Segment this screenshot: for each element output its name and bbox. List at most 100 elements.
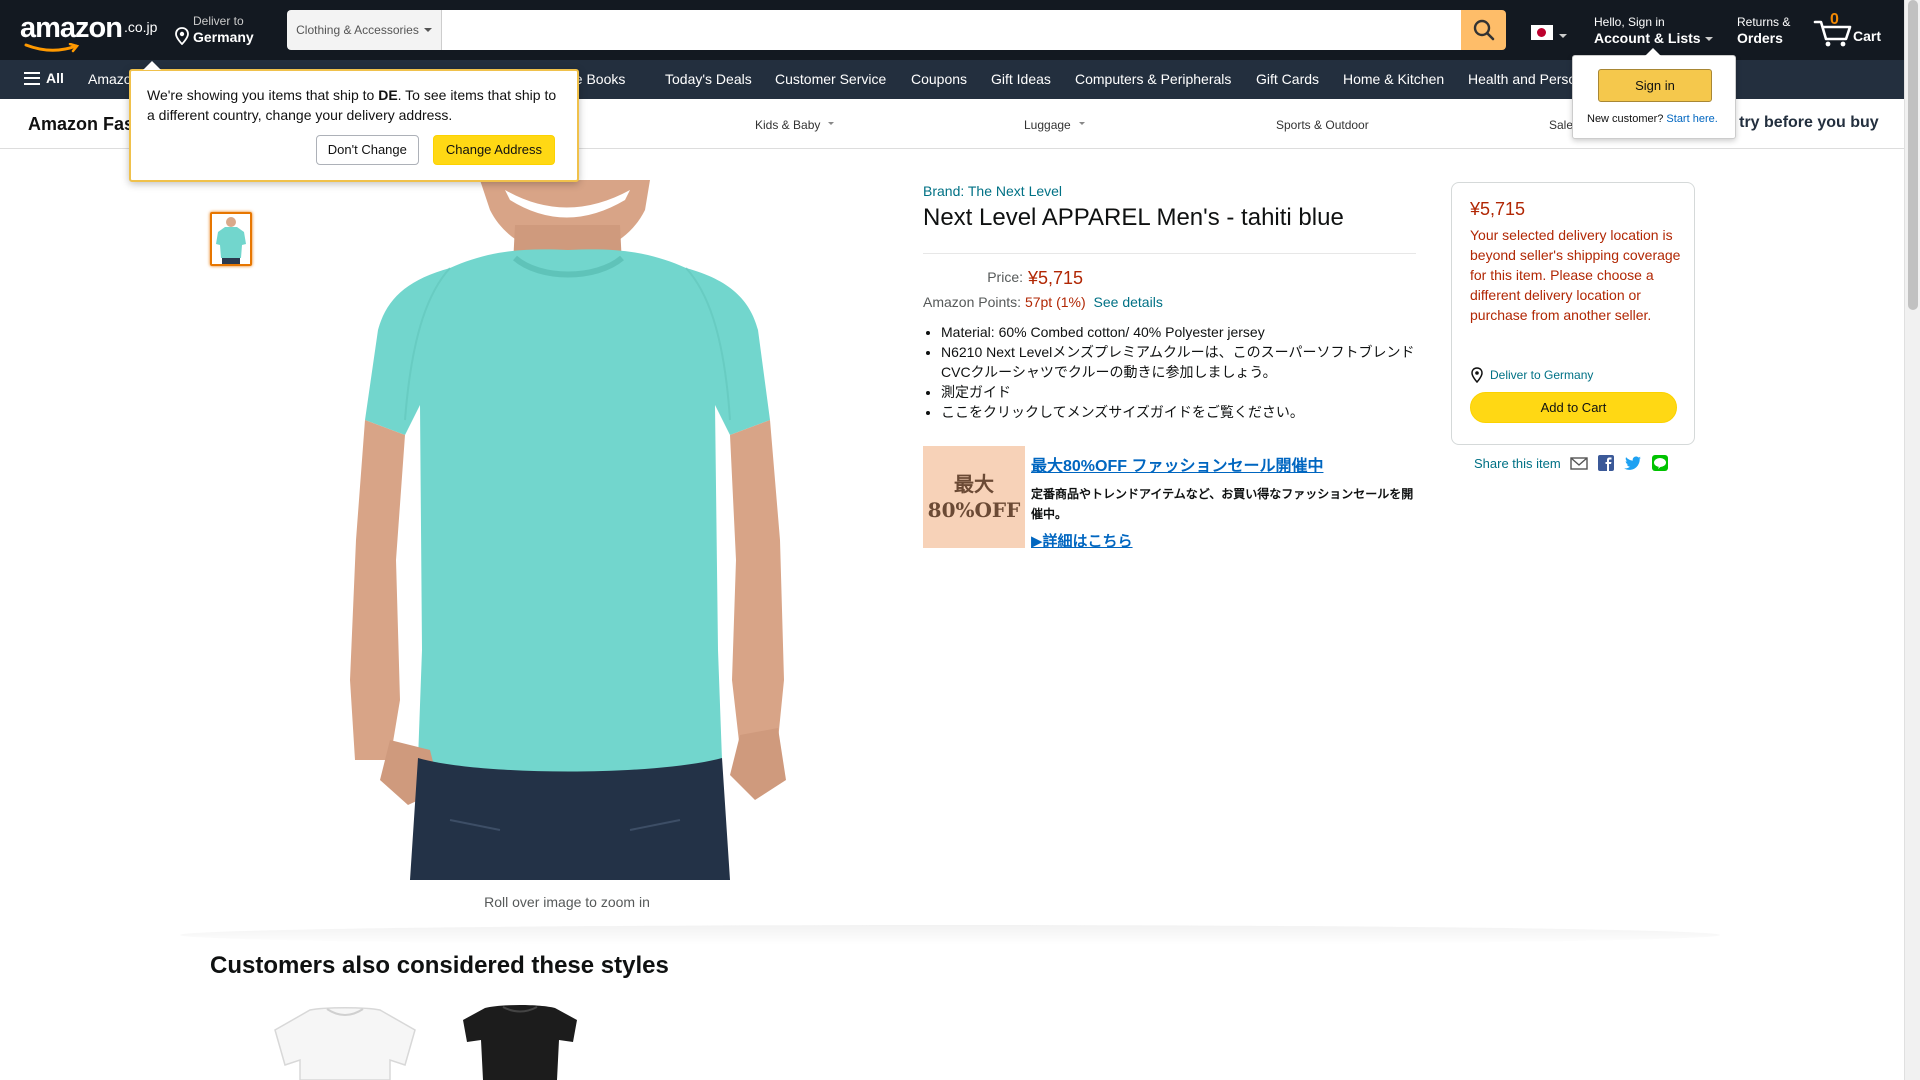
sale-badge-image[interactable]: 最大 80%OFF [923, 446, 1025, 548]
facebook-icon[interactable] [1597, 455, 1615, 471]
ship-msg-before: We're showing you items that ship to [147, 87, 379, 103]
deliver-line1: Deliver to [193, 14, 244, 28]
popover-arrow [143, 61, 161, 70]
new-customer-label: New customer? [1587, 113, 1664, 125]
product-thumbnail[interactable] [210, 212, 252, 266]
search-category-label: Clothing & Accessories [296, 23, 419, 37]
product-title: Next Level APPAREL Men's - tahiti blue [923, 204, 1344, 231]
prime-text: try before you buy [1734, 114, 1879, 131]
language-selector[interactable] [1531, 25, 1567, 40]
top-nav: amazon .co.jp Deliver to Germany Clothin… [0, 0, 1904, 60]
dont-change-button[interactable]: Don't Change [315, 135, 419, 165]
thumbnail-image [212, 214, 250, 264]
add-to-cart-button[interactable]: Add to Cart [1470, 392, 1677, 423]
ship-country-code: DE [378, 87, 398, 103]
share-row: Share this item [1474, 455, 1669, 471]
twitter-icon[interactable] [1623, 455, 1642, 471]
change-address-button[interactable]: Change Address [432, 135, 555, 165]
promo-more-link[interactable]: ▶詳細はこちら [1031, 530, 1133, 551]
bullet-material: Material: 60% Combed cotton/ 40% Polyest… [941, 322, 1423, 342]
chevron-down-icon [1078, 121, 1085, 125]
subnav-item-computers[interactable]: Computers & Peripherals [1075, 71, 1231, 87]
new-customer-text: New customer? Start here. [1587, 113, 1718, 125]
subnav-item-todays-deals[interactable]: Today's Deals [665, 71, 752, 87]
deliver-text: Deliver to Germany [193, 14, 254, 46]
email-icon[interactable] [1570, 455, 1588, 471]
bullet-size-guide: 測定ガイド [941, 382, 1423, 402]
black-tee-image [463, 1005, 577, 1080]
chevron-down-icon [423, 28, 432, 32]
returns-orders-link[interactable]: Returns & Orders [1737, 15, 1790, 47]
subnav-item-health[interactable]: Health and Perso [1468, 71, 1576, 87]
signin-button[interactable]: Sign in [1598, 69, 1712, 102]
subnav-item-customer-service[interactable]: Customer Service [775, 71, 886, 87]
search-category-dropdown[interactable]: Clothing & Accessories [287, 10, 442, 50]
cart-button[interactable]: 0 Cart [1813, 10, 1898, 50]
feature-bullets: Material: 60% Combed cotton/ 40% Polyest… [923, 322, 1423, 422]
promo-headline-link[interactable]: 最大80%OFF ファッションセール開催中 [1031, 452, 1323, 476]
line-icon[interactable] [1651, 455, 1669, 471]
store-tab-sports-outdoor[interactable]: Sports & Outdoor [1276, 118, 1369, 132]
see-details-link[interactable]: See details [1094, 294, 1163, 310]
logo-wordmark: amazon [20, 12, 123, 44]
buy-box: ¥5,715 Your selected delivery location i… [1451, 182, 1695, 445]
deliver-country: Germany [193, 29, 254, 45]
chevron-down-icon [1559, 34, 1567, 38]
amazon-logo[interactable]: amazon .co.jp [20, 12, 158, 53]
page-scrollbar[interactable] [1904, 0, 1920, 1080]
start-here-link[interactable]: Start here. [1666, 113, 1717, 125]
account-lists-text: Account & Lists [1594, 30, 1701, 46]
subnav-item-gift-ideas[interactable]: Gift Ideas [991, 71, 1051, 87]
store-tab-label: Kids & Baby [755, 118, 821, 132]
store-tab-luggage[interactable]: Luggage [1024, 118, 1085, 132]
buybox-deliver-link[interactable]: Deliver to Germany [1470, 367, 1593, 383]
bullet-size-guide-link: ここをクリックしてメンズサイズガイドをご覧ください。 [941, 402, 1423, 422]
subnav-item-gift-cards[interactable]: Gift Cards [1256, 71, 1319, 87]
considered-item-white-tee[interactable] [265, 1005, 425, 1080]
buybox-price: ¥5,715 [1470, 199, 1526, 219]
account-label: Account & Lists [1594, 29, 1713, 47]
hamburger-icon [24, 71, 40, 85]
store-tab-sale[interactable]: Sale [1549, 118, 1573, 132]
points-percent: (1%) [1056, 294, 1086, 310]
deliver-to-button[interactable]: Deliver to Germany [174, 14, 254, 46]
search-button[interactable] [1461, 10, 1506, 50]
brand-link[interactable]: Brand: The Next Level [923, 183, 1062, 199]
location-pin-icon [1471, 367, 1483, 383]
store-name[interactable]: Amazon Fas [28, 114, 134, 135]
search-input[interactable] [442, 10, 1461, 50]
main-product-image[interactable] [300, 180, 835, 880]
japan-flag-icon [1531, 25, 1553, 40]
all-menu-button[interactable]: All [24, 70, 64, 86]
signin-flyout: Sign in New customer? Start here. [1572, 48, 1736, 139]
logo-tld: .co.jp [123, 19, 158, 35]
scrollbar-thumb[interactable] [1908, 0, 1918, 310]
cart-label: Cart [1853, 28, 1882, 44]
subnav-item-coupons[interactable]: Coupons [911, 71, 967, 87]
considered-item-black-tee[interactable] [455, 1002, 585, 1080]
store-tab-kids-baby[interactable]: Kids & Baby [755, 118, 835, 132]
prime-try-before-you-buy[interactable]: ne try before you buy [1716, 114, 1879, 132]
points-label: Amazon Points: [923, 294, 1022, 310]
promo-description: 定番商品やトレンドアイテムなど、お買い得なファッションセールを開催中。 [1031, 487, 1414, 521]
account-lists-menu[interactable]: Hello, Sign in Account & Lists [1594, 15, 1713, 47]
smile-arrow-icon [24, 43, 80, 53]
ship-popover-buttons: Don't Change Change Address [315, 135, 555, 165]
buybox-message: Your selected delivery location is beyon… [1470, 227, 1681, 323]
all-label: All [46, 70, 64, 86]
search-icon [1473, 19, 1494, 41]
popover-arrow [1645, 48, 1661, 56]
store-tab-label: Sports & Outdoor [1276, 118, 1369, 132]
orders-line2: Orders [1737, 30, 1783, 46]
share-label: Share this item [1474, 455, 1561, 471]
chevron-down-icon [828, 121, 835, 125]
price-value: ¥5,715 [1028, 268, 1084, 288]
badge-line1: 最大 [954, 472, 994, 496]
white-tee-image [274, 1007, 416, 1080]
buybox-deliver-text: Deliver to Germany [1490, 368, 1594, 382]
ship-popover-message: We're showing you items that ship to DE.… [147, 85, 561, 125]
price-label: Price: [987, 269, 1023, 285]
store-tab-label: Sale [1549, 118, 1574, 132]
points-row: Amazon Points: 57pt (1%) See details [923, 294, 1163, 310]
subnav-item-home-kitchen[interactable]: Home & Kitchen [1343, 71, 1444, 87]
